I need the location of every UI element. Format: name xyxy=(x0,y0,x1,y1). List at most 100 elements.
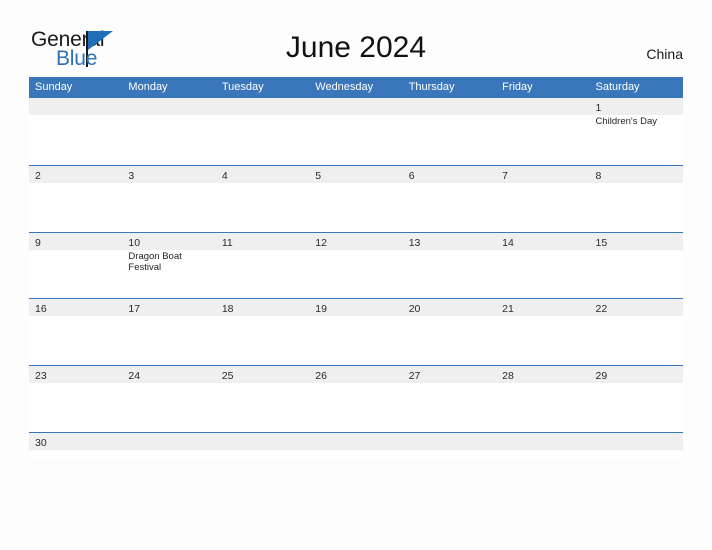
page-header: General Blue June 2024 China xyxy=(0,0,712,76)
day-number-band: 15 xyxy=(589,232,683,250)
day-number: 7 xyxy=(502,169,508,182)
day-number-band: 26 xyxy=(309,366,403,384)
calendar-day-cell[interactable]: 19 xyxy=(309,299,403,366)
day-number-band: 19 xyxy=(309,299,403,317)
day-number-band: 20 xyxy=(402,299,497,317)
weekday-header-row: Sunday Monday Tuesday Wednesday Thursday Frid… xyxy=(29,77,683,98)
calendar-day-cell[interactable]: 28 xyxy=(496,366,590,432)
calendar-week-row: 9 10 Dragon Boat Festival 11 12 13 14 15 xyxy=(29,231,683,299)
day-number: 18 xyxy=(221,303,234,316)
calendar-day-cell[interactable]: 29 xyxy=(589,366,683,432)
calendar-day-cell[interactable]: 12 xyxy=(309,232,403,299)
day-number: 14 xyxy=(502,236,514,249)
calendar-day-cell-empty xyxy=(122,432,216,458)
calendar-day-cell[interactable]: 7 xyxy=(496,165,590,232)
day-number: 28 xyxy=(502,370,514,383)
day-number-band xyxy=(496,432,590,450)
day-number: 17 xyxy=(128,303,141,316)
day-number-band xyxy=(496,98,590,115)
calendar-day-cell-empty xyxy=(402,432,497,458)
day-number-band: 8 xyxy=(589,165,683,183)
day-number: 8 xyxy=(595,169,602,182)
calendar-day-cell-empty xyxy=(496,98,590,165)
calendar-day-cell[interactable]: 21 xyxy=(496,299,590,366)
weekday-header-wednesday: Wednesday xyxy=(315,81,374,93)
day-number-band xyxy=(29,98,123,115)
calendar-week-row: 30 xyxy=(29,431,683,458)
day-number-band: 7 xyxy=(496,165,590,183)
calendar-day-cell[interactable]: 14 xyxy=(496,232,590,299)
day-number-band: 13 xyxy=(402,232,497,250)
day-number-band: 12 xyxy=(309,232,403,250)
day-number-band xyxy=(309,432,403,450)
page-title: June 2024 xyxy=(285,31,427,64)
day-number-band: 25 xyxy=(215,366,310,384)
calendar-day-cell[interactable]: 9 xyxy=(29,232,123,299)
calendar-weeks: 1 Children's Day 2 3 4 5 6 7 8 9 10 Dragon Boat Fes… xyxy=(29,98,683,458)
day-number-band xyxy=(589,432,683,450)
day-number-band: 14 xyxy=(496,232,590,250)
day-number-band: 28 xyxy=(496,366,590,384)
calendar-day-cell-empty xyxy=(589,432,683,458)
day-number: 11 xyxy=(221,236,233,249)
weekday-header-friday: Friday xyxy=(502,81,533,93)
day-number: 6 xyxy=(408,169,415,182)
calendar-day-cell[interactable]: 13 xyxy=(402,232,497,299)
day-events: Children's Day xyxy=(590,115,683,128)
day-number-band xyxy=(122,432,216,450)
day-number-band: 2 xyxy=(29,165,123,183)
calendar-day-cell-empty xyxy=(309,432,403,458)
calendar-day-cell-empty xyxy=(215,98,310,165)
calendar-day-cell[interactable]: 11 xyxy=(215,232,310,299)
calendar-day-cell[interactable]: 18 xyxy=(215,299,310,366)
day-number: 15 xyxy=(595,236,608,249)
calendar-day-cell[interactable]: 2 xyxy=(29,165,123,232)
calendar-day-cell[interactable]: 8 xyxy=(589,165,683,232)
day-number: 13 xyxy=(408,236,421,249)
day-number: 24 xyxy=(128,370,141,383)
day-events: Dragon Boat Festival xyxy=(122,250,215,274)
day-number: 2 xyxy=(35,169,41,182)
day-number: 19 xyxy=(315,303,327,316)
day-number-band: 1 xyxy=(589,98,683,115)
weekday-header-monday: Monday xyxy=(128,81,168,93)
calendar-day-cell[interactable]: 27 xyxy=(402,366,497,432)
calendar-day-cell[interactable]: 4 xyxy=(215,165,310,232)
day-number: 12 xyxy=(315,236,327,249)
calendar-day-cell[interactable]: 17 xyxy=(122,299,216,366)
day-number: 5 xyxy=(315,169,322,182)
day-number: 30 xyxy=(35,436,47,449)
event-label: Dragon Boat Festival xyxy=(128,250,182,274)
calendar-day-cell[interactable]: 5 xyxy=(309,165,403,232)
calendar-day-cell[interactable]: 3 xyxy=(122,165,216,232)
calendar-day-cell[interactable]: 22 xyxy=(589,299,683,366)
day-number-band xyxy=(402,432,497,450)
day-number-band: 22 xyxy=(589,299,683,317)
calendar-day-cell[interactable]: 26 xyxy=(309,366,403,432)
calendar-day-cell[interactable]: 25 xyxy=(215,366,310,432)
calendar-day-cell[interactable]: 16 xyxy=(29,299,123,366)
calendar-day-cell[interactable]: 10 Dragon Boat Festival xyxy=(122,232,216,299)
calendar-day-cell[interactable]: 15 xyxy=(589,232,683,299)
calendar-day-cell[interactable]: 6 xyxy=(402,165,497,232)
day-number: 1 xyxy=(595,102,602,114)
day-number-band: 6 xyxy=(402,165,497,183)
day-number: 3 xyxy=(128,169,135,182)
event-label: Children's Day xyxy=(595,116,658,127)
day-number-band: 29 xyxy=(589,366,683,384)
day-number-band: 9 xyxy=(29,232,123,250)
day-number-band: 11 xyxy=(215,232,310,250)
calendar-day-cell-empty xyxy=(215,432,310,458)
day-number: 23 xyxy=(35,370,47,383)
calendar-page: General Blue June 2024 China Sunday Monda… xyxy=(0,0,712,550)
calendar-day-cell[interactable]: 23 xyxy=(29,366,123,432)
day-number: 22 xyxy=(595,303,608,316)
calendar-day-cell[interactable]: 1 Children's Day xyxy=(589,98,683,165)
calendar-week-row: 2 3 4 5 6 7 8 xyxy=(29,164,683,232)
calendar-day-cell[interactable]: 20 xyxy=(402,299,497,366)
day-number: 9 xyxy=(35,236,41,249)
calendar-day-cell[interactable]: 24 xyxy=(122,366,216,432)
day-number-band: 24 xyxy=(122,366,216,384)
calendar-day-cell[interactable]: 30 xyxy=(29,432,123,458)
day-number-band: 18 xyxy=(215,299,310,317)
